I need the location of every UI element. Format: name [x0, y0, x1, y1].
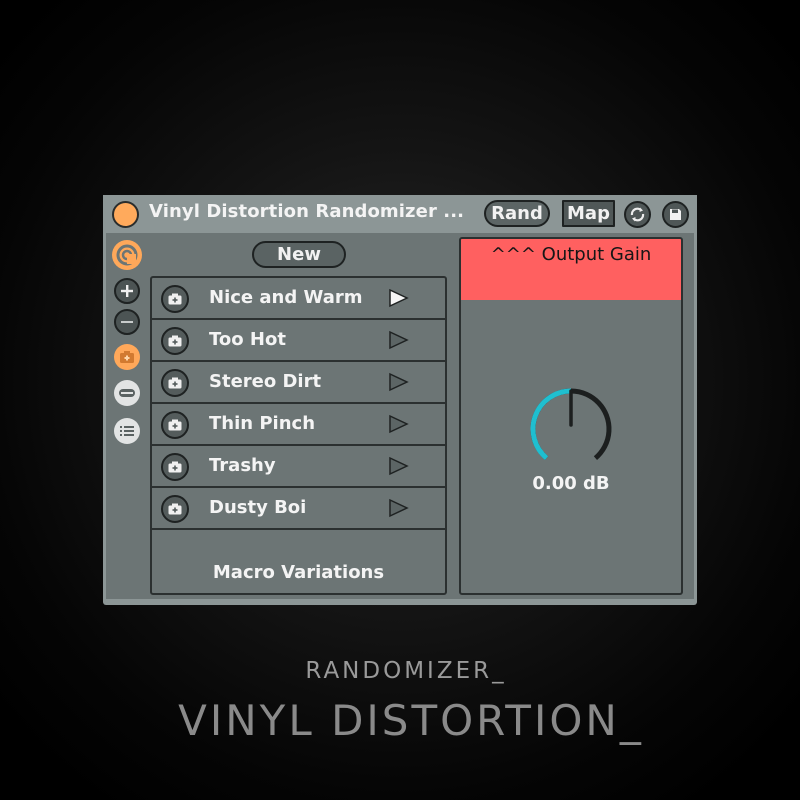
save-button[interactable] [662, 201, 689, 228]
output-gain-title: ^^^ Output Gain [490, 244, 652, 265]
snapshot-button[interactable] [114, 344, 140, 370]
snapshot-icon [168, 419, 182, 431]
sync-icon [630, 207, 645, 222]
play-icon[interactable] [388, 372, 410, 392]
play-icon[interactable] [388, 498, 410, 518]
output-gain-header: ^^^ Output Gain [461, 239, 681, 300]
snapshot-icon [168, 293, 182, 305]
output-gain-panel: ^^^ Output Gain 0.00 dB [459, 237, 683, 595]
store-variation-button[interactable] [161, 369, 189, 397]
caption-title: VINYL DISTORTION_ [178, 696, 644, 745]
variation-label: Trashy [209, 455, 276, 476]
snapshot-icon [168, 335, 182, 347]
variation-row[interactable]: Dusty Boi [152, 488, 445, 530]
play-icon[interactable] [388, 288, 410, 308]
save-icon [670, 209, 681, 220]
variation-row[interactable]: Stereo Dirt [152, 362, 445, 404]
variation-label: Dusty Boi [209, 497, 307, 518]
variation-row[interactable]: Too Hot [152, 320, 445, 362]
variation-label: Stereo Dirt [209, 371, 322, 392]
variation-label: Thin Pinch [209, 413, 316, 434]
snapshot-icon [168, 377, 182, 389]
snapshot-icon [120, 351, 134, 363]
list-icon [120, 426, 134, 436]
store-variation-button[interactable] [161, 327, 189, 355]
list-view-button[interactable] [114, 418, 140, 444]
store-variation-button[interactable] [161, 411, 189, 439]
collapse-icon [119, 389, 135, 397]
power-hot-swap-icon [113, 241, 141, 269]
device-panel: Vinyl Distortion Randomizer ... Rand Map [103, 195, 697, 605]
macro-variations-label: Macro Variations [212, 562, 385, 583]
collapse-button[interactable] [114, 380, 140, 406]
variations-list: Nice and Warm Too Hot Stereo Dirt Thin P… [150, 276, 447, 595]
variation-row[interactable]: Thin Pinch [152, 404, 445, 446]
add-button[interactable] [114, 278, 140, 304]
store-variation-button[interactable] [161, 495, 189, 523]
minus-icon [121, 321, 133, 323]
new-variation-button[interactable]: New [252, 241, 346, 268]
play-icon[interactable] [388, 330, 410, 350]
device-title-bar: Vinyl Distortion Randomizer ... Rand Map [103, 195, 697, 233]
caption-subtitle: RANDOMIZER_ [305, 658, 507, 684]
knob-value-arc [530, 388, 572, 461]
variation-label: Too Hot [209, 329, 286, 350]
play-icon[interactable] [388, 456, 410, 476]
remove-button[interactable] [114, 309, 140, 335]
play-icon[interactable] [388, 414, 410, 434]
variation-label: Nice and Warm [209, 287, 363, 308]
store-variation-button[interactable] [161, 285, 189, 313]
variation-row[interactable]: Nice and Warm [152, 278, 445, 320]
store-variation-button[interactable] [161, 453, 189, 481]
output-gain-knob[interactable] [529, 387, 613, 471]
hot-swap-button[interactable] [112, 240, 142, 270]
device-title: Vinyl Distortion Randomizer ... [149, 201, 465, 222]
snapshot-icon [168, 503, 182, 515]
rand-button[interactable]: Rand [484, 200, 550, 227]
variation-row[interactable]: Trashy [152, 446, 445, 488]
plus-icon [121, 285, 133, 297]
output-gain-value: 0.00 dB [532, 473, 610, 494]
device-on-toggle[interactable] [112, 201, 139, 228]
device-body: New Nice and Warm Too Hot Stereo Dirt Th… [106, 233, 694, 599]
snapshot-icon [168, 461, 182, 473]
sync-button[interactable] [624, 201, 651, 228]
map-button[interactable]: Map [562, 200, 615, 227]
